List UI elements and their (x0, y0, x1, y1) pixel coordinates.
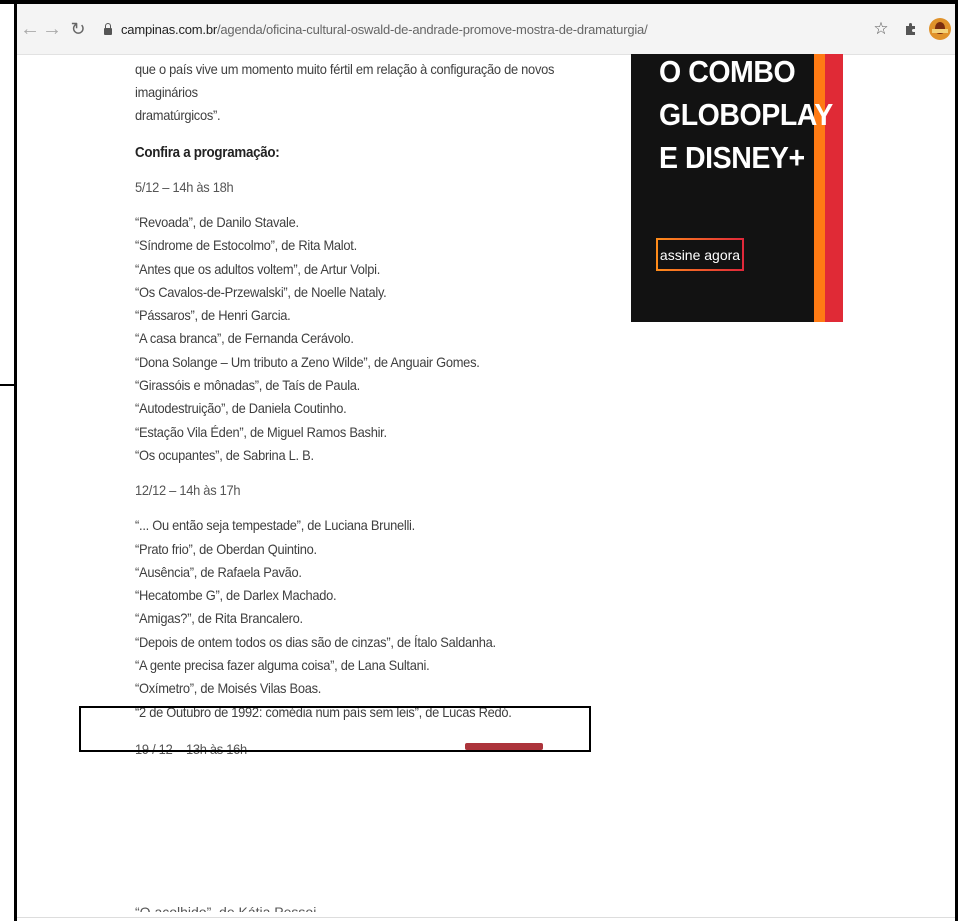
browser-toolbar: ← → ↻ campinas.com.br/agenda/oficina-cul… (17, 4, 955, 55)
viewport-bottom-edge (17, 917, 955, 918)
article-content: que o país vive um momento muito fértil … (135, 58, 595, 760)
list-item: “A gente precisa fazer alguma coisa”, de… (135, 657, 430, 674)
list-item: “Os Cavalos-de-Przewalski”, de Noelle Na… (135, 283, 387, 300)
list-item: “Girassóis e mônadas”, de Taís de Paula. (135, 377, 360, 394)
session-date-2: 12/12 – 14h às 17h (135, 482, 241, 499)
ad-headline-line-2: GLOBOPLAY (659, 97, 833, 132)
ad-headline-line-3: E DISNEY+ (659, 140, 805, 175)
list-item: “Ausência”, de Rafaela Pavão. (135, 563, 302, 580)
ad-headline-line-1: O COMBO (659, 54, 796, 89)
list-item: “Revoada”, de Danilo Stavale. (135, 214, 299, 230)
profile-avatar[interactable] (929, 18, 951, 40)
puzzle-icon[interactable] (899, 17, 923, 41)
frame-left-border (14, 4, 17, 921)
advertisement-banner[interactable]: O COMBO GLOBOPLAY E DISNEY+ assine agora (631, 54, 843, 322)
ad-headline: O COMBO GLOBOPLAY E DISNEY+ (659, 54, 833, 179)
back-arrow-icon[interactable]: ← (19, 14, 41, 44)
intro-paragraph: que o país vive um momento muito fértil … (135, 58, 595, 127)
list-item: “Estação Vila Éden”, de Miguel Ramos Bas… (135, 423, 387, 440)
list-item: “Depois de ontem todos os dias são de ci… (135, 633, 496, 650)
forward-arrow-icon[interactable]: → (41, 14, 63, 44)
list-item: “Dona Solange – Um tributo a Zeno Wilde”… (135, 353, 480, 370)
url-host: campinas.com.br (121, 21, 217, 37)
list-item: “Autodestruição”, de Daniela Coutinho. (135, 400, 347, 417)
ad-stripe-red (825, 54, 843, 322)
list-item: “Hecatombe G”, de Darlex Machado. (135, 587, 337, 604)
ad-stripe-orange (814, 54, 825, 322)
list-item: “A casa branca”, de Fernanda Cerávolo. (135, 330, 354, 347)
star-icon[interactable]: ☆ (869, 17, 893, 41)
redaction-mark (465, 743, 543, 750)
url-path: /agenda/oficina-cultural-oswald-de-andra… (216, 21, 648, 37)
list-item: “Amigas?”, de Rita Brancalero. (135, 610, 303, 627)
lock-icon[interactable] (103, 23, 113, 35)
list-item: “Oxímetro”, de Moisés Vilas Boas. (135, 680, 322, 697)
side-marker (0, 384, 15, 386)
intro-line-1: que o país vive um momento muito fértil … (135, 61, 555, 100)
reload-icon[interactable]: ↻ (67, 14, 89, 44)
program-heading: Confira a programação: (135, 145, 280, 161)
session-date-1: 5/12 – 14h às 18h (135, 179, 234, 195)
session-2-list: “... Ou então seja tempestade”, de Lucia… (135, 514, 595, 724)
intro-line-2: dramatúrgicos”. (135, 107, 221, 123)
list-item: “Antes que os adultos voltem”, de Artur … (135, 260, 381, 277)
list-item: “Síndrome de Estocolmo”, de Rita Malot. (135, 237, 357, 254)
list-item: “Os ocupantes”, de Sabrina L. B. (135, 446, 314, 463)
list-item: “... Ou então seja tempestade”, de Lucia… (135, 517, 415, 534)
subscribe-button[interactable]: assine agora (656, 238, 744, 271)
list-item: “Prato frio”, de Oberdan Quintino. (135, 540, 317, 557)
session-1-list: “Revoada”, de Danilo Stavale. “Síndrome … (135, 211, 595, 467)
address-bar[interactable]: campinas.com.br/agenda/oficina-cultural-… (121, 22, 863, 37)
list-item: “Pássaros”, de Henri Garcia. (135, 307, 291, 324)
